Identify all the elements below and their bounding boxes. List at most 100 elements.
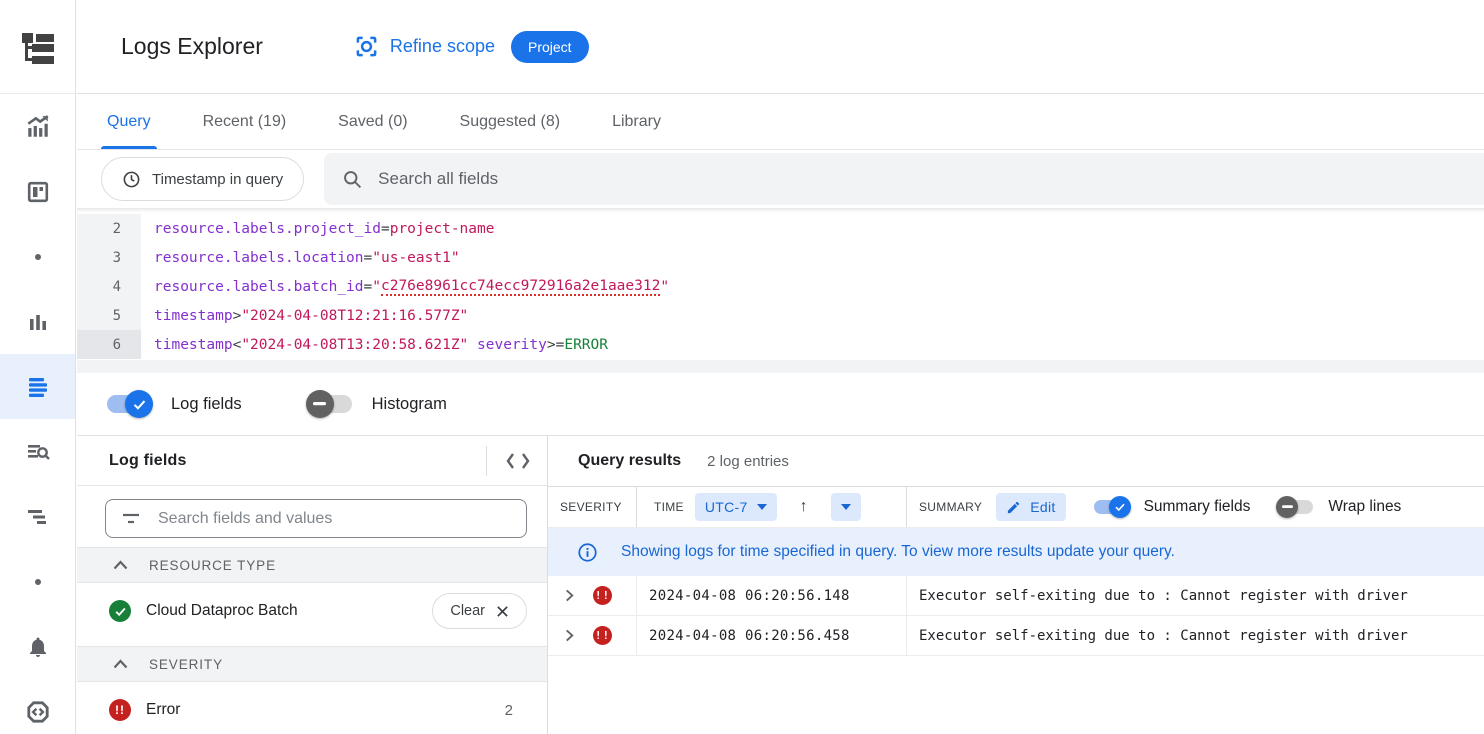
summary-fields-toggle-label: Summary fields <box>1144 498 1251 516</box>
code-token-value: project-name <box>390 221 495 237</box>
sort-ascending-icon[interactable]: ↑ <box>800 498 808 516</box>
results-table-header: SEVERITY TIME UTC-7 ↑ SU <box>548 486 1484 528</box>
toggle-thumb <box>1276 496 1298 518</box>
column-severity: SEVERITY <box>548 487 637 527</box>
line-number: 6 <box>77 330 141 359</box>
tab-query[interactable]: Query <box>85 94 173 149</box>
clear-filter-button[interactable]: Clear <box>432 593 527 629</box>
nav-monitoring[interactable] <box>0 94 75 159</box>
log-entry-row[interactable]: !! 2024-04-08 06:20:56.458 Executor self… <box>548 616 1484 656</box>
results-header: Query results 2 log entries <box>548 436 1484 486</box>
fields-search-input[interactable]: Search fields and values <box>105 499 527 538</box>
timestamp-in-query-button[interactable]: Timestamp in query <box>101 157 304 201</box>
divider <box>486 446 487 476</box>
code-token-field: timestamp <box>154 308 233 324</box>
tab-bar: Query Recent (19) Saved (0) Suggested (8… <box>77 94 1484 150</box>
column-time: TIME UTC-7 ↑ <box>637 487 907 527</box>
line-number: 2 <box>77 214 141 243</box>
expand-chevron-icon[interactable] <box>563 629 576 642</box>
nav-alerting[interactable] <box>0 614 75 679</box>
edit-button-label: Edit <box>1030 499 1055 515</box>
refine-scope-button[interactable]: Refine scope <box>355 35 495 58</box>
log-fields-panel: Log fields Search fields and values RESO… <box>77 436 548 734</box>
nav-metrics[interactable] <box>0 289 75 354</box>
check-icon <box>132 397 147 412</box>
code-token-value-underline: c276e8961cc74ecc972916a2e1aae312 <box>381 278 660 296</box>
query-editor[interactable]: 2resource.labels.project_id=project-name… <box>77 208 1484 373</box>
nav-logs-search[interactable] <box>0 419 75 484</box>
log-fields-panel-title: Log fields <box>109 452 187 470</box>
code-token-value: "us-east1" <box>372 250 459 266</box>
code-token-op: >= <box>547 337 564 353</box>
code-token-op: < <box>233 337 242 353</box>
chevron-down-icon <box>841 504 851 510</box>
info-icon <box>577 542 598 563</box>
tab-saved[interactable]: Saved (0) <box>316 94 429 149</box>
line-number: 3 <box>77 243 141 272</box>
severity-column-label: SEVERITY <box>560 500 622 514</box>
field-item-label: Error <box>146 701 180 719</box>
code-line[interactable]: 2resource.labels.project_id=project-name <box>77 214 1484 243</box>
code-token-value: "2024-04-08T13:20:58.621Z" <box>241 337 468 353</box>
expand-chevron-icon[interactable] <box>563 589 576 602</box>
results-count: 2 log entries <box>707 453 789 470</box>
log-fields-toggle[interactable] <box>107 395 151 413</box>
histogram-toggle-label: Histogram <box>372 395 447 414</box>
tab-suggested[interactable]: Suggested (8) <box>438 94 583 149</box>
timezone-dropdown[interactable]: UTC-7 <box>695 493 777 521</box>
log-fields-sections: RESOURCE TYPE Cloud Dataproc Batch Clear SE… <box>77 547 547 734</box>
nav-dashboards[interactable] <box>0 159 75 224</box>
log-fields-section-header[interactable]: RESOURCE TYPE <box>77 547 547 583</box>
scope-project-chip[interactable]: Project <box>511 31 589 63</box>
error-severity-icon: !! <box>593 586 612 605</box>
close-icon <box>496 605 509 618</box>
toggle-thumb <box>306 390 334 418</box>
fields-search-placeholder: Search fields and values <box>158 510 332 528</box>
histogram-toggle[interactable] <box>308 395 352 413</box>
page-title: Logs Explorer <box>121 33 263 60</box>
collapse-panel-icon[interactable] <box>505 452 531 470</box>
line-number: 5 <box>77 301 141 330</box>
log-fields-section-header[interactable]: SEVERITY <box>77 646 547 682</box>
code-text: timestamp<"2024-04-08T13:20:58.621Z" sev… <box>141 330 608 359</box>
field-item-label: Cloud Dataproc Batch <box>146 602 298 620</box>
code-line[interactable]: 6timestamp<"2024-04-08T13:20:58.621Z" se… <box>77 330 1484 359</box>
nav-manage[interactable] <box>0 679 75 734</box>
monitoring-chart-icon <box>25 114 51 140</box>
content-split: Log fields Search fields and values RESO… <box>77 436 1484 734</box>
code-line[interactable]: 3resource.labels.location="us-east1" <box>77 243 1484 272</box>
nav-trace[interactable] <box>0 484 75 549</box>
clear-button-label: Clear <box>450 603 485 619</box>
summary-fields-toggle[interactable] <box>1094 500 1129 514</box>
timezone-label: UTC-7 <box>705 499 748 515</box>
results-title: Query results <box>578 452 681 470</box>
search-all-fields-input[interactable]: Search all fields <box>324 153 1484 205</box>
time-options-dropdown[interactable] <box>831 493 861 521</box>
view-toggles-row: Log fields Histogram <box>77 373 1484 436</box>
log-fields-item[interactable]: Cloud Dataproc Batch Clear <box>77 583 547 639</box>
log-row-severity-cell: !! <box>548 616 637 655</box>
tab-recent[interactable]: Recent (19) <box>181 94 309 149</box>
nav-logs-explorer[interactable] <box>0 354 75 419</box>
log-fields-item[interactable]: !!Error2 <box>77 682 547 734</box>
log-rows: !! 2024-04-08 06:20:56.148 Executor self… <box>548 576 1484 656</box>
scope-chip-label: Project <box>528 39 572 55</box>
tab-library[interactable]: Library <box>590 94 683 149</box>
editor-scrollbar[interactable] <box>77 360 1484 373</box>
code-token-field: resource.labels.location <box>154 250 364 266</box>
error-circle-icon: !! <box>109 699 131 721</box>
code-token-value: " <box>372 279 381 295</box>
wrap-lines-toggle[interactable] <box>1278 500 1313 514</box>
error-severity-icon: !! <box>593 626 612 645</box>
query-toolbar: Timestamp in query Search all fields <box>77 150 1484 208</box>
logs-explorer-app: Logs Explorer Refine scope Project Query… <box>0 0 1484 734</box>
log-row-severity-cell: !! <box>548 576 637 615</box>
code-line[interactable]: 4resource.labels.batch_id="c276e8961cc74… <box>77 272 1484 301</box>
edit-summary-button[interactable]: Edit <box>996 493 1065 521</box>
code-line[interactable]: 5timestamp>"2024-04-08T12:21:16.577Z" <box>77 301 1484 330</box>
log-entry-row[interactable]: !! 2024-04-08 06:20:56.148 Executor self… <box>548 576 1484 616</box>
time-range-banner: Showing logs for time specified in query… <box>548 528 1484 576</box>
check-icon <box>1114 501 1126 513</box>
log-fields-toggle-label: Log fields <box>171 395 242 414</box>
logging-logo[interactable] <box>0 0 75 94</box>
